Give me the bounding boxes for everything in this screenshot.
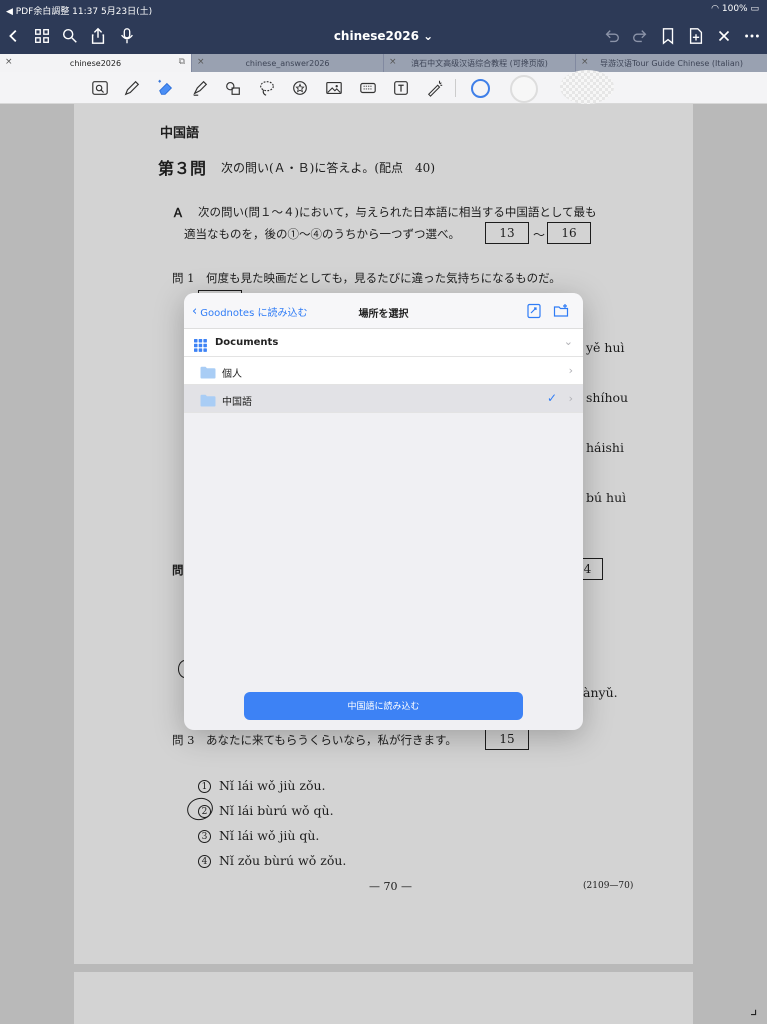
status-left: ◀ PDF余白調整 11:37 5月23日(土) [6, 7, 153, 17]
range-separator: ～ [533, 228, 546, 242]
documents-row[interactable]: Documents ⌄ [184, 329, 583, 357]
text-fragment: ànyǔ. [583, 685, 618, 700]
laser-pointer-icon[interactable] [424, 77, 446, 99]
image-icon[interactable] [323, 77, 345, 99]
next-page [74, 972, 693, 1024]
eraser-icon[interactable] [155, 77, 177, 99]
text-fragment: shíhou [586, 390, 629, 405]
tab-bar: × chinese2026 ⧉ × chinese_answer2026 × 滇… [0, 54, 767, 72]
documents-label: Documents [215, 337, 279, 348]
tab-close-icon[interactable]: × [197, 57, 205, 67]
color-swatch-selected[interactable] [471, 79, 490, 98]
new-folder-icon[interactable] [553, 303, 569, 319]
tab-close-icon[interactable]: × [581, 57, 589, 67]
keyboard-icon[interactable] [357, 77, 379, 99]
tab-label: 导游汉语Tour Guide Chinese (Italian) [600, 58, 743, 68]
status-right: ◠ 100% ▭ [711, 4, 759, 14]
redo-icon[interactable] [630, 26, 650, 46]
zoom-window-icon[interactable] [89, 77, 111, 99]
folder-label: 中国語 [222, 397, 252, 408]
page-code: (2109—70) [583, 881, 634, 891]
scroll-handle-icon[interactable]: ⌟ [750, 999, 758, 1018]
tab-chinese2026[interactable]: × chinese2026 ⧉ [0, 54, 192, 72]
tab-tour-guide[interactable]: × 导游汉语Tour Guide Chinese (Italian) [576, 54, 767, 72]
chevron-right-icon: › [568, 364, 573, 377]
question-3-text: 問 3 あなたに来てもらうくらいなら，私が行きます。 [172, 733, 457, 747]
answer-box-13: 13 [485, 222, 529, 244]
opacity-swatch[interactable] [560, 70, 614, 104]
text-box-icon[interactable] [390, 77, 412, 99]
answer-box-15: 15 [485, 728, 529, 750]
option-1: 1 Nǐ lái wǒ jiù zǒu. [198, 778, 326, 793]
tab-close-icon[interactable]: × [5, 57, 13, 67]
undo-icon[interactable] [602, 26, 622, 46]
folder-icon [200, 364, 216, 383]
option-3: 3 Nǐ lái wǒ jiù qù. [198, 828, 319, 843]
shapes-icon[interactable] [222, 77, 244, 99]
wifi-icon: ◠ [711, 4, 719, 14]
dialog-header: ‹ Goodnotes に読み込む 場所を選択 [184, 293, 583, 329]
close-icon[interactable] [714, 26, 734, 46]
battery-icon: ▭ [750, 4, 759, 14]
chevron-down-icon: ⌄ [563, 335, 573, 348]
folder-row-personal[interactable]: 個人 › [184, 357, 583, 385]
sticker-icon[interactable] [289, 77, 311, 99]
tab-close-icon[interactable]: × [389, 57, 397, 67]
folder-icon [200, 392, 216, 411]
highlighter-icon[interactable] [189, 77, 211, 99]
folder-label: 個人 [222, 369, 242, 380]
text-fragment: yě huì [586, 340, 625, 355]
import-button[interactable]: 中国語に読み込む [244, 692, 523, 720]
section-a-text-1: 次の問い(問１～４)において，与えられた日本語に相当する中国語として最も [198, 205, 597, 219]
tool-bar [0, 70, 767, 104]
bookmark-icon[interactable] [658, 26, 678, 46]
dialog-title: 場所を選択 [358, 309, 409, 320]
tab-textbook[interactable]: × 滇石中文高级汉语综合教程 (可搀页版) [384, 54, 576, 72]
text-fragment: bú huì [586, 490, 627, 505]
option-4: 4 Nǐ zǒu bùrú wǒ zǒu. [198, 853, 346, 868]
tab-label: chinese2026 [69, 58, 122, 68]
top-bar: ◀ PDF余白調整 11:37 5月23日(土) ◠ 100% ▭ chines… [0, 0, 767, 54]
documents-grid-icon [194, 337, 207, 356]
question-heading: 第３問 [158, 159, 207, 178]
document-title[interactable]: chinese2026 ⌄ [0, 29, 767, 43]
toolbar-divider [455, 79, 456, 97]
tab-label: 滇石中文高级汉语综合教程 (可搀页版) [411, 58, 548, 68]
tab-window-icon[interactable]: ⧉ [179, 57, 185, 67]
chevron-right-icon: › [568, 392, 573, 405]
question-1-text: 問 1 何度も見た映画だとしても，見るたびに違った気持ちになるものだ。 [172, 271, 561, 285]
answer-box-16: 16 [547, 222, 591, 244]
question-intro: 次の問い(Ａ・Ｂ)に答えよ。(配点 40) [221, 161, 435, 175]
tab-label: chinese_answer2026 [245, 58, 330, 68]
option-2: 2 Nǐ lái bùrú wǒ qù. [198, 803, 334, 818]
documents-view-icon[interactable] [526, 303, 542, 319]
checkmark-icon: ✓ [546, 391, 557, 405]
folder-row-chinese[interactable]: 中国語 ✓ › [184, 385, 583, 413]
location-picker-dialog: ‹ Goodnotes に読み込む 場所を選択 Documents ⌄ 個人 ›… [184, 293, 583, 730]
more-icon[interactable] [742, 26, 762, 46]
text-fragment: háishi [586, 440, 624, 455]
page-number: — 70 — [369, 880, 412, 893]
subject-label: 中国語 [160, 126, 200, 141]
question-2-label: 問 [172, 563, 184, 577]
section-a-label: Ａ [172, 206, 185, 220]
add-page-icon[interactable] [686, 26, 706, 46]
lasso-icon[interactable] [256, 77, 278, 99]
pen-icon[interactable] [121, 77, 143, 99]
handwritten-circle [184, 795, 216, 823]
pen-size-swatch[interactable] [510, 75, 538, 103]
section-a-text-2: 適当なものを，後の①～④のうちから一つずつ選べ。 [184, 227, 460, 241]
battery-percent: 100% [721, 4, 748, 14]
tab-chinese-answer2026[interactable]: × chinese_answer2026 [192, 54, 384, 72]
